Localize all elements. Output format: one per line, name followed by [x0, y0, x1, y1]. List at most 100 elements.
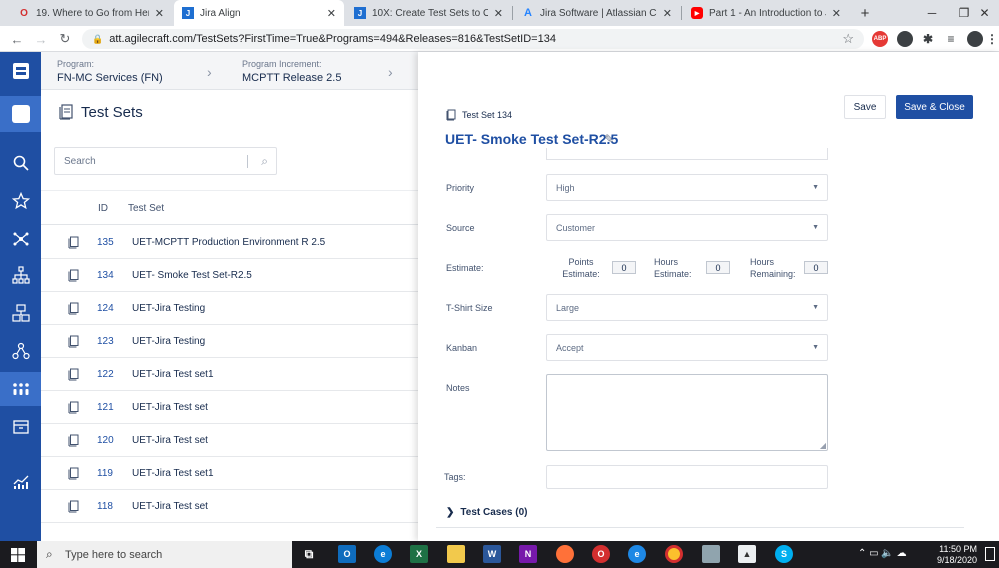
notifications-icon[interactable] — [985, 547, 995, 561]
chevron-right-icon[interactable]: › — [207, 64, 212, 80]
browser-tab-3[interactable]: J 10X: Create Test Sets to Organ ✕ — [346, 0, 511, 26]
system-tray[interactable]: ⌃ ▭ 🔈 ☁ — [858, 548, 907, 559]
test-cases-toggle[interactable]: ❯ Test Cases (0) — [446, 507, 527, 518]
row-id[interactable]: 120 — [97, 435, 114, 446]
tshirt-size-select[interactable]: Large ▼ — [546, 294, 828, 321]
priority-select[interactable]: High ▼ — [546, 174, 828, 201]
task-view-icon[interactable]: ⧉ — [300, 545, 318, 563]
row-name[interactable]: UET-Jira Testing — [132, 303, 205, 314]
program-selector[interactable]: FN-MC Services (FN) — [57, 72, 163, 84]
back-arrow-icon[interactable]: ← — [8, 30, 26, 48]
new-tab-button[interactable]: + — [850, 0, 880, 26]
row-name[interactable]: UET-Jira Test set — [132, 501, 208, 512]
save-button[interactable]: Save — [844, 95, 886, 119]
firefox-icon[interactable] — [556, 545, 574, 563]
taskbar-search-input[interactable]: ⌕ Type here to search — [37, 541, 292, 568]
forward-arrow-icon[interactable]: → — [32, 30, 50, 48]
team-icon[interactable] — [0, 336, 41, 366]
hours-estimate-input[interactable]: 0 — [706, 261, 730, 274]
row-id[interactable]: 119 — [97, 468, 113, 479]
row-id[interactable]: 124 — [97, 303, 114, 314]
bookmark-star-icon[interactable]: ☆ — [842, 31, 854, 47]
browser-tab-5[interactable]: ▶ Part 1 - An Introduction to Jen ✕ — [683, 0, 849, 26]
row-id[interactable]: 123 — [97, 336, 114, 347]
resize-handle-icon[interactable]: ◢ — [820, 441, 826, 450]
inbox-icon[interactable] — [0, 412, 41, 442]
row-id[interactable]: 122 — [97, 369, 114, 380]
row-id[interactable]: 118 — [97, 501, 113, 512]
row-id[interactable]: 121 — [97, 402, 114, 413]
table-row[interactable]: 121 UET-Jira Test set — [41, 391, 418, 424]
taskbar-clock[interactable]: 11:50 PM 9/18/2020 — [937, 544, 977, 566]
close-tab-icon[interactable]: ✕ — [494, 7, 503, 20]
search-icon[interactable] — [0, 148, 41, 178]
table-row[interactable]: 120 UET-Jira Test set — [41, 424, 418, 457]
abp-icon[interactable]: ABP — [872, 31, 888, 47]
row-name[interactable]: UET-Jira Testing — [132, 336, 205, 347]
outlook-icon[interactable]: O — [338, 545, 356, 563]
table-row[interactable]: 124 UET-Jira Testing — [41, 292, 418, 325]
kanban-select[interactable]: Accept ▼ — [546, 334, 828, 361]
table-row[interactable]: 119 UET-Jira Test set1 — [41, 457, 418, 490]
jira-align-logo-icon[interactable] — [0, 56, 41, 86]
notes-textarea[interactable]: ◢ — [546, 374, 828, 451]
avatar[interactable] — [0, 96, 41, 132]
photos-icon[interactable]: ▲ — [738, 545, 756, 563]
extension-icon[interactable] — [897, 31, 913, 47]
close-tab-icon[interactable]: ✕ — [327, 7, 336, 20]
table-row[interactable]: 122 UET-Jira Test set1 — [41, 358, 418, 391]
star-icon[interactable] — [0, 186, 41, 216]
edge-icon[interactable]: e — [374, 545, 392, 563]
app-icon[interactable] — [702, 545, 720, 563]
excel-icon[interactable]: X — [410, 545, 428, 563]
table-row[interactable]: 123 UET-Jira Testing — [41, 325, 418, 358]
row-name[interactable]: UET-MCPTT Production Environment R 2.5 — [132, 237, 325, 248]
column-header-id[interactable]: ID — [98, 203, 108, 214]
browser-tab-1[interactable]: O 19. Where to Go from Here - C ✕ — [10, 0, 172, 26]
table-row[interactable]: 134 UET- Smoke Test Set-R2.5 — [41, 259, 418, 292]
chevron-right-icon[interactable]: › — [388, 64, 393, 80]
profile-icon[interactable] — [967, 31, 983, 47]
tags-input[interactable] — [546, 465, 828, 489]
search-input[interactable]: Search ⌕ — [54, 147, 277, 175]
file-explorer-icon[interactable] — [447, 545, 465, 563]
skype-icon[interactable]: S — [775, 545, 793, 563]
increment-selector[interactable]: MCPTT Release 2.5 — [242, 72, 341, 84]
row-name[interactable]: UET-Jira Test set1 — [132, 468, 214, 479]
row-name[interactable]: UET-Jira Test set — [132, 402, 208, 413]
row-name[interactable]: UET-Jira Test set — [132, 435, 208, 446]
browser-tab-4[interactable]: A Jira Software | Atlassian Comm ✕ — [514, 0, 680, 26]
network-icon[interactable] — [0, 224, 41, 254]
close-tab-icon[interactable]: ✕ — [155, 7, 164, 20]
chrome-icon[interactable] — [665, 545, 683, 563]
ie-icon[interactable]: e — [628, 545, 646, 563]
table-row[interactable]: 118 UET-Jira Test set — [41, 490, 418, 523]
points-estimate-input[interactable]: 0 — [612, 261, 636, 274]
portfolio-icon[interactable] — [0, 298, 41, 328]
reports-chart-icon[interactable] — [0, 466, 41, 496]
row-name[interactable]: UET-Jira Test set1 — [132, 369, 214, 380]
test-sets-nav-icon[interactable] — [0, 372, 41, 406]
onenote-icon[interactable]: N — [519, 545, 537, 563]
address-bar[interactable]: 🔒 att.agilecraft.com/TestSets?FirstTime=… — [82, 29, 864, 49]
close-tab-icon[interactable]: ✕ — [832, 7, 841, 20]
minimize-icon[interactable]: ─ — [914, 0, 950, 26]
row-id[interactable]: 134 — [97, 270, 114, 281]
close-tab-icon[interactable]: ✕ — [663, 7, 672, 20]
word-icon[interactable]: W — [483, 545, 501, 563]
save-and-close-button[interactable]: Save & Close — [896, 95, 973, 119]
source-select[interactable]: Customer ▼ — [546, 214, 828, 241]
menu-dots-icon[interactable]: ⋮ — [986, 31, 998, 47]
browser-tab-2[interactable]: J Jira Align ✕ — [174, 0, 344, 26]
table-row[interactable]: 135 UET-MCPTT Production Environment R 2.… — [41, 226, 418, 259]
column-header-test-set[interactable]: Test Set — [128, 203, 164, 214]
row-id[interactable]: 135 — [97, 237, 114, 248]
windows-start-button[interactable] — [0, 541, 36, 568]
reload-icon[interactable]: ↻ — [56, 30, 74, 48]
opera-icon[interactable]: O — [592, 545, 610, 563]
playlist-icon[interactable]: ≡ — [943, 31, 959, 47]
puzzle-icon[interactable]: ✱ — [920, 31, 936, 47]
pencil-edit-icon[interactable]: ✎ — [604, 132, 614, 146]
search-icon[interactable]: ⌕ — [261, 154, 268, 169]
hierarchy-icon[interactable] — [0, 260, 41, 290]
